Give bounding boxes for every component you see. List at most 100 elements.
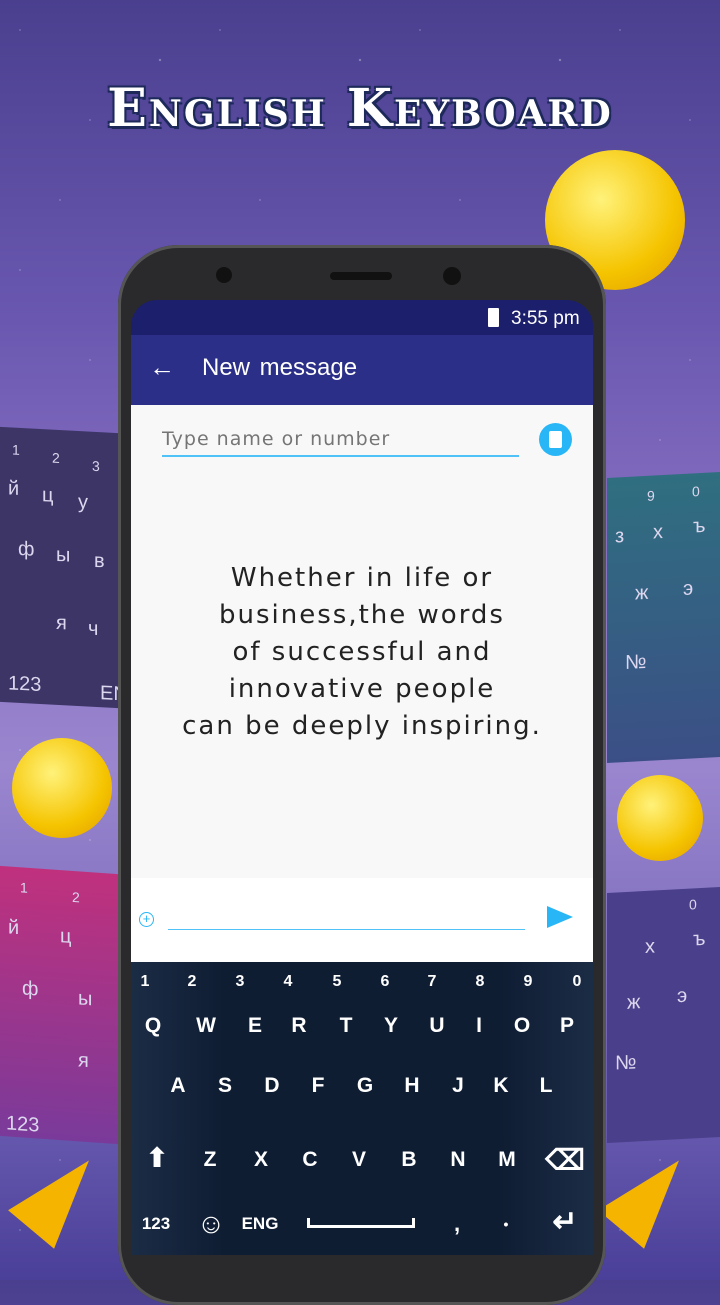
side-key: ц (42, 484, 54, 507)
quote-line: can be deeply inspiring. (182, 711, 542, 741)
side-key: ц (60, 925, 72, 948)
key-s[interactable]: S (218, 1074, 232, 1098)
key-x[interactable]: X (254, 1148, 268, 1172)
status-time: 3:55 pm (511, 308, 580, 329)
plus-circle-icon[interactable]: + (139, 912, 154, 927)
side-key: з (615, 525, 625, 548)
key-8[interactable]: 8 (476, 973, 485, 991)
key-d[interactable]: D (264, 1074, 279, 1098)
speaker-grille (330, 272, 392, 280)
side-key: э (683, 577, 694, 600)
sensor (443, 267, 461, 285)
side-key: э (677, 984, 688, 1008)
side-key: № (615, 1051, 637, 1075)
key-i[interactable]: I (476, 1014, 482, 1038)
key-b[interactable]: B (401, 1148, 416, 1172)
key-f[interactable]: F (312, 1074, 325, 1098)
message-input[interactable] (168, 908, 525, 930)
side-key: 1 (20, 879, 28, 896)
side-keyboard-right-bottom: 0 х ъ ж э № (607, 887, 720, 1143)
key-j[interactable]: J (452, 1074, 464, 1098)
side-key: ж (635, 581, 649, 605)
side-keyboard-left-bottom: 1 2 й ц ф ы я 123 (0, 865, 118, 1145)
backspace-icon[interactable]: ⌫ (545, 1144, 585, 1177)
key-p[interactable]: P (560, 1014, 574, 1038)
enter-icon[interactable]: ↵ (552, 1205, 577, 1240)
key-e[interactable]: E (248, 1014, 262, 1038)
side-key: 123 (6, 1112, 40, 1137)
key-q[interactable]: Q (145, 1014, 161, 1038)
key-3[interactable]: 3 (236, 973, 245, 991)
send-icon[interactable] (547, 906, 573, 928)
key-g[interactable]: G (357, 1074, 373, 1098)
side-key: 9 (647, 487, 655, 504)
app-bar: ← New message (131, 335, 593, 405)
recipient-input[interactable] (162, 423, 519, 457)
key-1[interactable]: 1 (141, 973, 150, 991)
side-key: й (8, 916, 20, 940)
key-n[interactable]: N (450, 1148, 465, 1172)
key-5[interactable]: 5 (333, 973, 342, 991)
phone-screen: 3:55 pm ← New message Whether in life or… (131, 300, 593, 1255)
key-y[interactable]: Y (384, 1014, 398, 1038)
message-area: Whether in life or business,the words of s… (131, 405, 593, 878)
key-2[interactable]: 2 (188, 973, 197, 991)
key-k[interactable]: K (493, 1074, 508, 1098)
comma-key[interactable]: , (454, 1211, 460, 1237)
key-7[interactable]: 7 (428, 973, 437, 991)
side-key: № (625, 650, 647, 675)
key-u[interactable]: U (429, 1014, 444, 1038)
key-o[interactable]: O (514, 1014, 530, 1038)
side-key: 3 (92, 457, 100, 475)
key-w[interactable]: W (196, 1014, 216, 1038)
side-key: 2 (52, 449, 60, 467)
quote-line: innovative people (228, 674, 496, 704)
front-camera (216, 267, 232, 283)
key-l[interactable]: L (540, 1074, 553, 1098)
status-bar: 3:55 pm (131, 300, 593, 335)
side-key: 1 (12, 441, 20, 458)
quote-line: of successful and (232, 637, 492, 667)
quote-line: Whether in life or (230, 563, 494, 593)
side-key: я (78, 1049, 89, 1073)
sunglasses-emoji-icon (617, 775, 703, 861)
side-key: ъ (693, 927, 706, 951)
nerd-emoji-icon (12, 738, 112, 838)
space-bar[interactable] (307, 1218, 415, 1228)
side-keyboard-right-top: 9 0 з х ъ ж э № (607, 472, 720, 763)
contact-book-icon[interactable] (539, 423, 572, 456)
emoji-icon[interactable]: ☺ (197, 1208, 226, 1240)
promo-title: English Keyboard (107, 78, 613, 139)
key-6[interactable]: 6 (381, 973, 390, 991)
key-c[interactable]: C (302, 1148, 317, 1172)
key-9[interactable]: 9 (524, 973, 533, 991)
page-title: New message (202, 354, 358, 381)
key-a[interactable]: A (170, 1074, 185, 1098)
side-key: у (78, 490, 88, 514)
quote-text: Whether in life or business,the words of s… (131, 560, 593, 745)
shift-icon[interactable]: ⬆ (146, 1143, 168, 1174)
numbers-mode-key[interactable]: 123 (142, 1214, 170, 1234)
key-r[interactable]: R (291, 1014, 306, 1038)
period-key[interactable]: • (504, 1216, 509, 1232)
quote-line: business,the words (219, 600, 505, 630)
key-0[interactable]: 0 (573, 973, 582, 991)
side-key: ы (56, 543, 71, 567)
side-key: ф (18, 537, 35, 561)
back-arrow-icon[interactable]: ← (149, 352, 175, 383)
key-m[interactable]: M (498, 1148, 516, 1172)
side-key: 0 (689, 896, 697, 913)
side-key: х (645, 935, 655, 958)
key-h[interactable]: H (404, 1074, 419, 1098)
side-key: х (653, 521, 663, 544)
key-v[interactable]: V (352, 1148, 366, 1172)
side-key: ъ (693, 514, 706, 538)
language-key[interactable]: ENG (242, 1214, 279, 1234)
side-key: ж (627, 991, 641, 1014)
key-z[interactable]: Z (204, 1148, 217, 1172)
key-t[interactable]: T (340, 1014, 353, 1038)
side-key: я (56, 611, 67, 635)
side-key: 0 (692, 483, 700, 500)
key-4[interactable]: 4 (284, 973, 293, 991)
compose-bar: + (131, 878, 593, 962)
